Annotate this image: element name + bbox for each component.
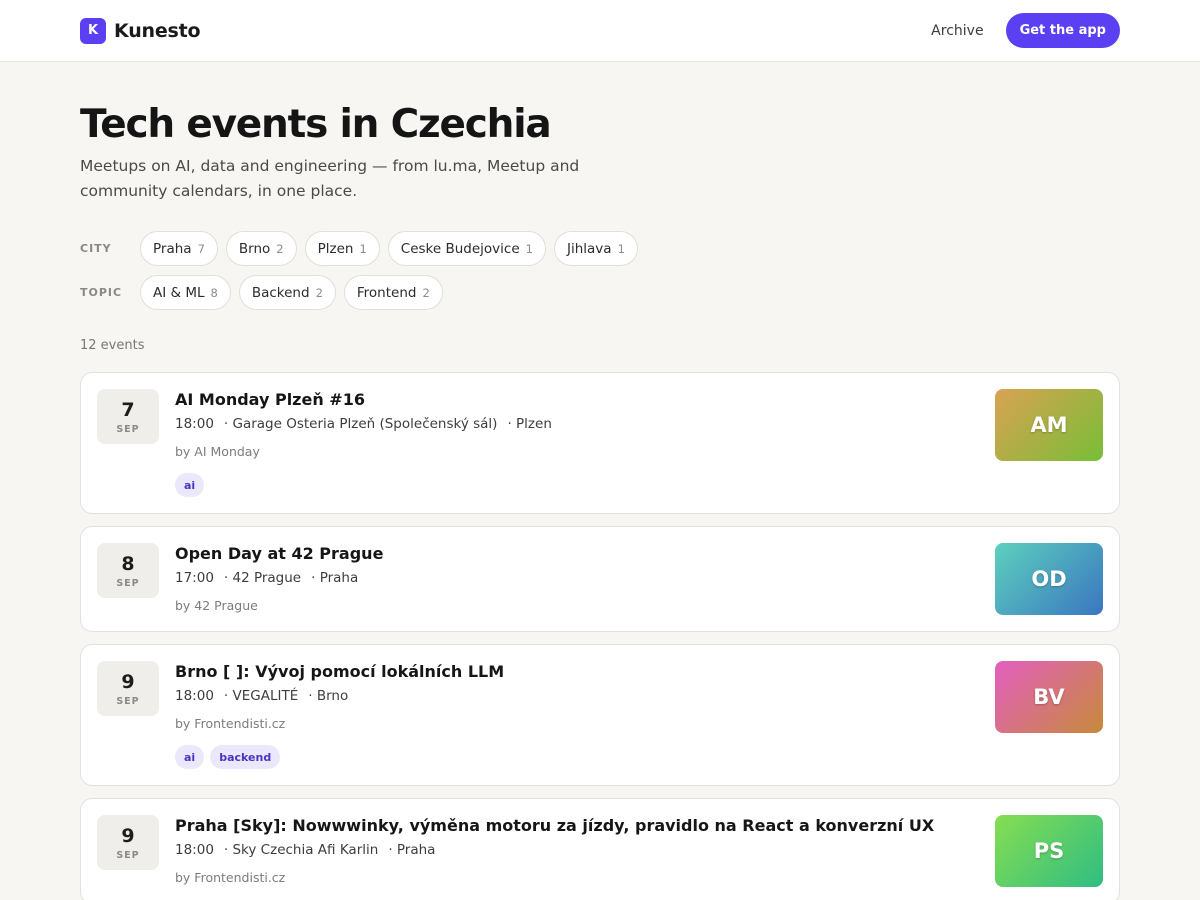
- topic-filter-label: TOPIC: [80, 286, 123, 299]
- event-venue: · Garage Osteria Plzeň (Společenský sál): [223, 416, 498, 432]
- chip-count: 1: [359, 241, 367, 256]
- tag-ai[interactable]: ai: [175, 745, 205, 769]
- event-card[interactable]: 9 SEP Praha [Sky]: Nowwwinky, výměna mot…: [80, 798, 1120, 900]
- event-meta: 18:00 · Sky Czechia Afi Karlin · Praha: [175, 841, 995, 859]
- brand-logo-icon: K: [80, 17, 106, 44]
- event-day: 7: [121, 398, 135, 421]
- event-card[interactable]: 8 SEP Open Day at 42 Prague 17:00 · 42 P…: [80, 526, 1120, 632]
- event-day: 8: [121, 552, 135, 575]
- event-city: · Plzen: [507, 416, 552, 432]
- event-day: 9: [121, 670, 135, 693]
- event-city: · Brno: [308, 688, 349, 704]
- event-venue: · VEGALITÉ: [223, 688, 299, 704]
- chip-count: 1: [525, 241, 533, 256]
- event-title[interactable]: Open Day at 42 Prague: [175, 543, 995, 565]
- event-month: SEP: [116, 577, 140, 589]
- event-organizer: by Frontendisti.cz: [175, 870, 286, 885]
- event-title[interactable]: AI Monday Plzeň #16: [175, 389, 995, 411]
- top-nav: Archive Get the app: [931, 13, 1120, 48]
- city-chip-jihlava[interactable]: Jihlava 1: [553, 231, 638, 266]
- event-meta: 17:00 · 42 Prague · Praha: [175, 569, 995, 587]
- topic-filter-row: TOPIC AI & ML 8 Backend 2 Frontend 2: [80, 275, 1120, 310]
- event-thumbnail: AM: [995, 389, 1103, 461]
- event-body: Open Day at 42 Prague 17:00 · 42 Prague …: [175, 543, 995, 615]
- chip-label: Frontend: [356, 284, 417, 301]
- city-chip-brno[interactable]: Brno 2: [225, 231, 297, 266]
- chip-count: 2: [276, 241, 284, 256]
- topic-chip-backend[interactable]: Backend 2: [238, 275, 336, 310]
- event-card[interactable]: 7 SEP AI Monday Plzeň #16 18:00 · Garage…: [80, 372, 1120, 514]
- event-date: 9 SEP: [97, 661, 159, 716]
- chip-label: Praha: [153, 240, 192, 257]
- event-time: 17:00: [175, 570, 214, 586]
- city-filter-row: CITY Praha 7 Brno 2 Plzen 1 Ceske Budejo…: [80, 231, 1120, 266]
- chip-count: 2: [422, 285, 430, 300]
- chip-count: 2: [315, 285, 323, 300]
- page-title: Tech events in Czechia: [80, 102, 552, 147]
- event-thumbnail: PS: [995, 815, 1103, 887]
- event-day: 9: [121, 824, 135, 847]
- city-chip-praha[interactable]: Praha 7: [140, 231, 218, 266]
- event-organizer: by Frontendisti.cz: [175, 716, 286, 731]
- event-date: 9 SEP: [97, 815, 159, 870]
- event-organizer: by AI Monday: [175, 444, 260, 459]
- event-city: · Praha: [311, 570, 359, 586]
- event-month: SEP: [116, 849, 140, 861]
- event-tags: ai backend: [175, 745, 995, 769]
- city-chip-plzen[interactable]: Plzen 1: [304, 231, 380, 266]
- get-app-button[interactable]: Get the app: [1005, 13, 1120, 48]
- event-city: · Praha: [388, 842, 436, 858]
- chip-count: 7: [197, 241, 205, 256]
- nav-archive-link[interactable]: Archive: [931, 23, 983, 39]
- chip-label: Plzen: [317, 240, 354, 257]
- brand[interactable]: K Kunesto: [80, 17, 201, 44]
- event-meta: 18:00 · Garage Osteria Plzeň (Společensk…: [175, 415, 995, 433]
- topic-chip-frontend[interactable]: Frontend 2: [343, 275, 443, 310]
- event-date: 7 SEP: [97, 389, 159, 444]
- top-bar: K Kunesto Archive Get the app: [0, 0, 1200, 62]
- event-list: 7 SEP AI Monday Plzeň #16 18:00 · Garage…: [80, 372, 1120, 900]
- page-subtitle: Meetups on AI, data and engineering — fr…: [80, 157, 580, 200]
- city-filter-label: CITY: [80, 242, 112, 255]
- chip-label: Jihlava: [566, 240, 612, 257]
- topic-chips: AI & ML 8 Backend 2 Frontend 2: [140, 275, 443, 310]
- event-month: SEP: [116, 423, 140, 435]
- event-card[interactable]: 9 SEP Brno [ ]: Vývoj pomocí lokálních L…: [80, 644, 1120, 786]
- events-count: 12 events: [80, 338, 145, 353]
- event-body: Praha [Sky]: Nowwwinky, výměna motoru za…: [175, 815, 995, 887]
- chip-label: Backend: [251, 284, 310, 301]
- event-meta: 18:00 · VEGALITÉ · Brno: [175, 687, 995, 705]
- event-venue: · 42 Prague: [223, 570, 302, 586]
- event-time: 18:00: [175, 416, 214, 432]
- brand-name: Kunesto: [114, 19, 201, 42]
- event-title[interactable]: Brno [ ]: Vývoj pomocí lokálních LLM: [175, 661, 995, 683]
- tag-ai[interactable]: ai: [175, 473, 205, 497]
- event-tags: ai: [175, 473, 995, 497]
- event-organizer: by 42 Prague: [175, 598, 258, 613]
- main-content: Tech events in Czechia Meetups on AI, da…: [0, 102, 1200, 900]
- chip-label: Ceske Budejovice: [400, 240, 520, 257]
- chip-count: 8: [210, 285, 218, 300]
- event-thumbnail: BV: [995, 661, 1103, 733]
- tag-backend[interactable]: backend: [210, 745, 281, 769]
- event-body: AI Monday Plzeň #16 18:00 · Garage Oster…: [175, 389, 995, 497]
- event-venue: · Sky Czechia Afi Karlin: [223, 842, 379, 858]
- event-time: 18:00: [175, 842, 214, 858]
- event-month: SEP: [116, 695, 140, 707]
- topic-chip-ai-ml[interactable]: AI & ML 8: [140, 275, 231, 310]
- chip-count: 1: [617, 241, 625, 256]
- chip-label: AI & ML: [153, 284, 205, 301]
- event-title[interactable]: Praha [Sky]: Nowwwinky, výměna motoru za…: [175, 815, 995, 837]
- city-chip-ceske-budejovice[interactable]: Ceske Budejovice 1: [387, 231, 546, 266]
- city-chips: Praha 7 Brno 2 Plzen 1 Ceske Budejovice …: [140, 231, 638, 266]
- event-time: 18:00: [175, 688, 214, 704]
- event-thumbnail: OD: [995, 543, 1103, 615]
- event-body: Brno [ ]: Vývoj pomocí lokálních LLM 18:…: [175, 661, 995, 769]
- event-date: 8 SEP: [97, 543, 159, 598]
- chip-label: Brno: [238, 240, 271, 257]
